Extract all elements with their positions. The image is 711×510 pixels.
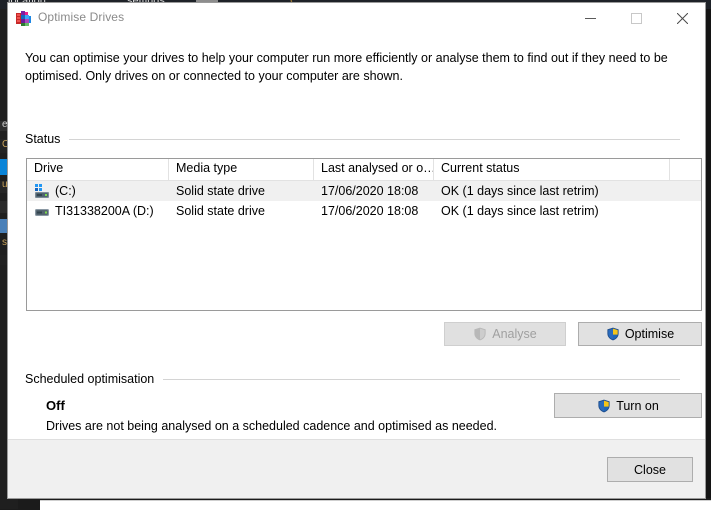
scheduled-state: Off: [46, 398, 65, 413]
window-titlebar[interactable]: Optimise Drives: [8, 3, 705, 34]
drive-icon: [34, 203, 50, 219]
window-controls: [567, 3, 705, 34]
close-button[interactable]: Close: [607, 457, 693, 482]
cell-media-type: Solid state drive: [176, 184, 265, 198]
drives-list-header: Drive Media type Last analysed or o… Cur…: [27, 159, 701, 181]
cell-drive: (C:): [27, 183, 169, 199]
table-row[interactable]: (C:) Solid state drive 17/06/2020 18:08 …: [27, 181, 701, 201]
turn-on-button-label: Turn on: [616, 398, 659, 413]
status-group-header: Status: [25, 132, 680, 146]
shield-icon: [606, 327, 620, 341]
scheduled-group-header: Scheduled optimisation: [25, 372, 680, 386]
maximise-icon[interactable]: [613, 3, 659, 34]
analyse-button-label: Analyse: [492, 327, 537, 341]
column-header-current-status[interactable]: Current status: [434, 159, 670, 180]
defrag-icon: [16, 11, 32, 27]
intro-text: You can optimise your drives to help you…: [25, 51, 668, 83]
scheduled-header-rule: [163, 378, 680, 380]
scheduled-heading: Scheduled optimisation: [25, 372, 155, 386]
close-icon[interactable]: [659, 3, 705, 34]
cell-drive-label: (C:): [55, 184, 76, 198]
optimise-drives-window: Optimise Drives You can optimise your dr…: [7, 2, 706, 499]
window-title: Optimise Drives: [38, 10, 125, 24]
shield-icon: [597, 399, 611, 413]
dialog-footer: Close: [8, 439, 705, 498]
minimise-icon[interactable]: [567, 3, 613, 34]
system-drive-icon: [34, 183, 50, 199]
analyse-button[interactable]: Analyse: [444, 322, 566, 346]
cell-drive-label: TI31338200A (D:): [55, 204, 154, 218]
dialog-content: You can optimise your drives to help you…: [8, 34, 705, 469]
shield-icon: [473, 327, 487, 341]
cell-current-status: OK (1 days since last retrim): [441, 204, 599, 218]
table-row[interactable]: TI31338200A (D:) Solid state drive 17/06…: [27, 201, 701, 221]
cell-drive: TI31338200A (D:): [27, 203, 169, 219]
scheduled-description: Drives are not being analysed on a sched…: [46, 419, 498, 433]
optimise-button[interactable]: Optimise: [578, 322, 702, 346]
status-heading: Status: [25, 132, 61, 146]
cell-last-analysed: 17/06/2020 18:08: [321, 184, 419, 198]
optimise-button-label: Optimise: [624, 327, 675, 341]
turn-on-button[interactable]: Turn on: [554, 393, 702, 418]
column-header-last-analysed[interactable]: Last analysed or o…: [314, 159, 434, 180]
close-button-label: Close: [634, 462, 666, 477]
column-header-media-type[interactable]: Media type: [169, 159, 314, 180]
cell-current-status: OK (1 days since last retrim): [441, 184, 599, 198]
column-header-drive[interactable]: Drive: [27, 159, 169, 180]
drives-list[interactable]: Drive Media type Last analysed or o… Cur…: [26, 158, 702, 311]
cell-media-type: Solid state drive: [176, 204, 265, 218]
cell-last-analysed: 17/06/2020 18:08: [321, 204, 419, 218]
status-header-rule: [69, 138, 680, 140]
